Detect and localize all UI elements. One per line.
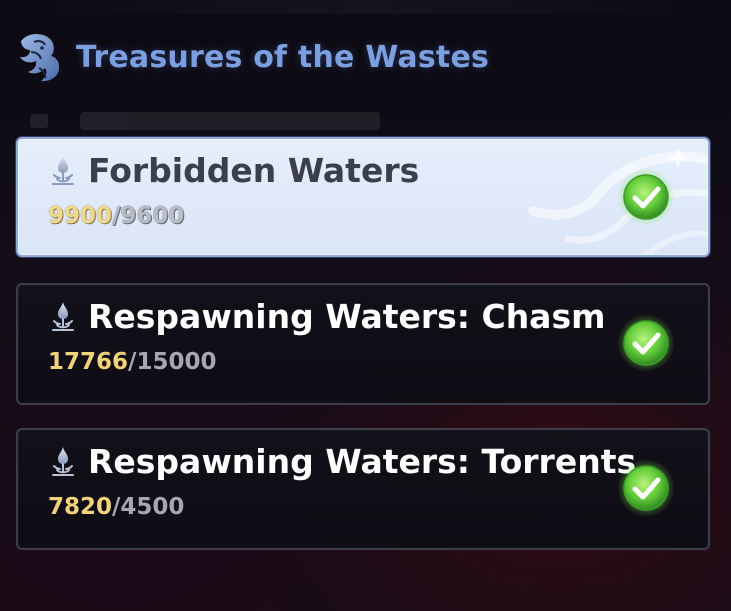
objective-card-forbidden-waters[interactable]: Forbidden Waters 9900/9600 xyxy=(16,137,710,257)
waterdrop-icon xyxy=(52,156,74,185)
objective-title-row: Respawning Waters: Torrents xyxy=(48,444,636,478)
objective-title-row: Respawning Waters: Chasm xyxy=(48,299,605,333)
top-strip xyxy=(0,0,731,14)
waterdrop-icon xyxy=(52,447,74,476)
objective-name: Respawning Waters: Chasm xyxy=(88,296,606,336)
panel-title: Treasures of the Wastes xyxy=(76,39,490,75)
checkmark-icon xyxy=(617,168,675,226)
waterdrop-icon xyxy=(52,302,74,331)
checkmark-icon xyxy=(617,314,675,372)
faded-background-row xyxy=(30,108,390,134)
objective-progress: 7820/4500 xyxy=(48,496,184,519)
objective-title-row: Forbidden Waters xyxy=(48,153,419,187)
objective-name: Forbidden Waters xyxy=(88,150,420,190)
objective-progress: 9900/9600 xyxy=(48,205,184,228)
objective-card-respawning-waters-torrents[interactable]: Respawning Waters: Torrents 7820/4500 xyxy=(16,428,710,550)
objective-card-respawning-waters-chasm[interactable]: Respawning Waters: Chasm 17766/15000 xyxy=(16,283,710,405)
progress-target: 9600 xyxy=(120,203,185,229)
checkmark-icon xyxy=(617,459,675,517)
dragon-emblem-icon xyxy=(20,33,60,82)
progress-target: 4500 xyxy=(120,494,185,520)
progress-current: 9900 xyxy=(48,203,113,229)
progress-target: 15000 xyxy=(136,349,217,375)
progress-current: 7820 xyxy=(48,494,113,520)
objective-progress: 17766/15000 xyxy=(48,351,216,374)
progress-current: 17766 xyxy=(48,349,129,375)
objective-name: Respawning Waters: Torrents xyxy=(88,441,637,481)
panel-header: Treasures of the Wastes xyxy=(10,22,489,92)
